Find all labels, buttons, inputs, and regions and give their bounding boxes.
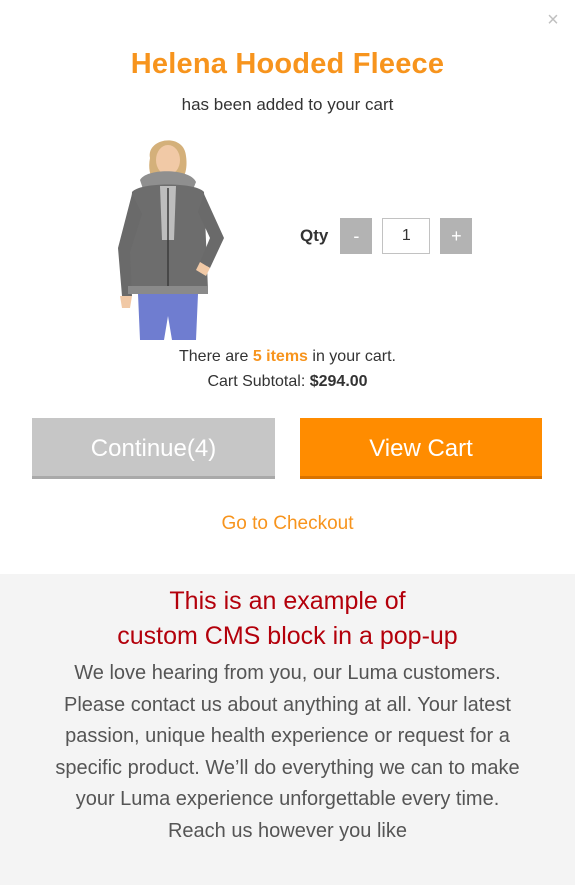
- cms-title-line-1: This is an example of: [169, 587, 406, 615]
- view-cart-button[interactable]: View Cart: [300, 418, 542, 479]
- product-title: Helena Hooded Fleece: [130, 48, 445, 80]
- cms-block-body: We love hearing from you, our Luma custo…: [55, 662, 520, 842]
- add-to-cart-popup: × Helena Hooded Fleece has been added to…: [0, 0, 575, 885]
- cms-block-title: This is an example of custom CMS block i…: [0, 584, 575, 654]
- cart-subtotal-value: $294.00: [309, 373, 368, 390]
- qty-label: Qty: [300, 226, 329, 245]
- cart-items-prefix: There are: [179, 348, 253, 365]
- cart-summary: There are 5 items in your cart. Cart Sub…: [0, 344, 575, 394]
- qty-input[interactable]: [382, 218, 431, 254]
- go-to-checkout-link[interactable]: Go to Checkout: [0, 513, 575, 535]
- qty-decrease-button[interactable]: -: [340, 218, 373, 254]
- cms-block: This is an example of custom CMS block i…: [0, 574, 575, 885]
- qty-increase-button[interactable]: +: [440, 218, 473, 254]
- continue-shopping-button[interactable]: Continue(4): [32, 418, 275, 479]
- hooded-fleece-model-image: [118, 140, 224, 340]
- product-image: [80, 130, 250, 340]
- close-icon[interactable]: ×: [543, 10, 563, 30]
- cart-subtotal-label: Cart Subtotal:: [207, 373, 310, 390]
- cart-items-count: 5 items: [252, 348, 308, 365]
- cart-items-suffix: in your cart.: [307, 348, 396, 365]
- added-message: has been added to your cart: [181, 95, 394, 114]
- cart-items-line: There are 5 items in your cart.: [0, 344, 575, 369]
- cms-title-line-2: custom CMS block in a pop-up: [117, 622, 458, 650]
- cart-subtotal-line: Cart Subtotal: $294.00: [0, 369, 575, 394]
- quantity-stepper: Qty - +: [300, 218, 473, 254]
